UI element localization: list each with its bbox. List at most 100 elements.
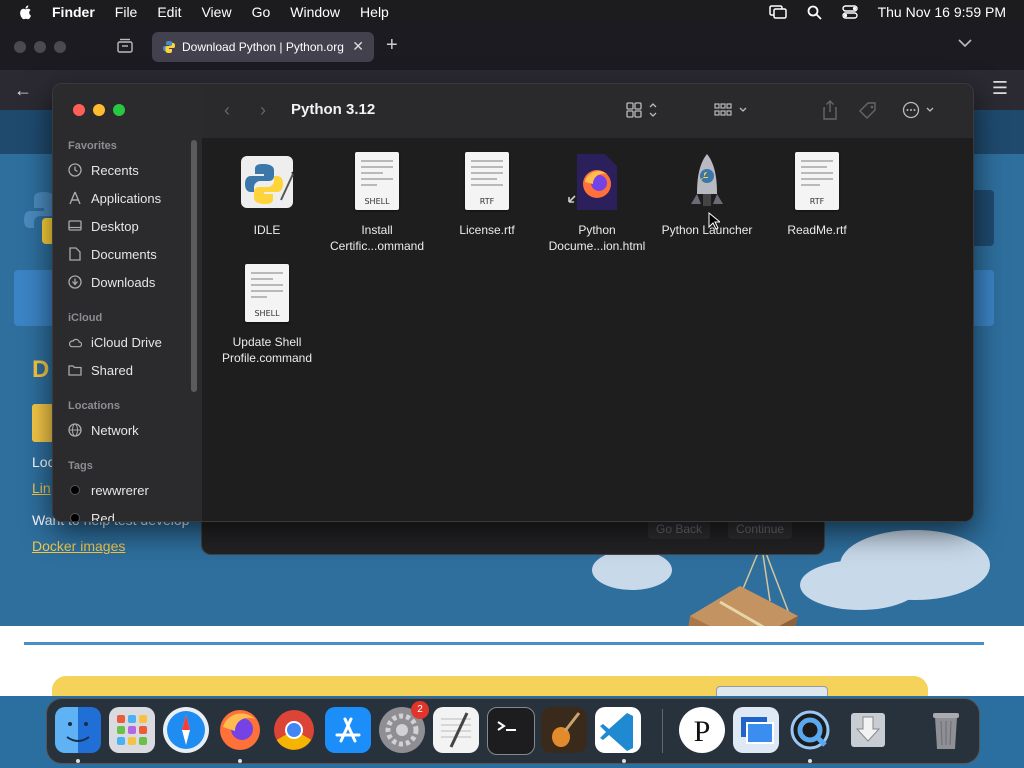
rtf-document-icon: RTF xyxy=(785,152,849,216)
file-python-documentation[interactable]: Python Docume...ion.html xyxy=(542,152,652,254)
page-promo-button[interactable] xyxy=(716,686,828,696)
python-favicon-icon xyxy=(163,41,175,53)
file-python-launcher[interactable]: Python Launcher xyxy=(652,152,762,238)
icon-view-icon[interactable] xyxy=(626,101,660,119)
dock-chrome[interactable] xyxy=(271,707,317,753)
browser-back-button[interactable]: ← xyxy=(14,80,32,101)
browser-minimize-dim[interactable] xyxy=(34,41,46,53)
file-label: Python Launcher xyxy=(661,223,753,237)
back-button[interactable]: ‹ xyxy=(224,100,230,121)
menu-edit[interactable]: Edit xyxy=(157,4,181,20)
browser-close-dim[interactable] xyxy=(14,41,26,53)
page-download-button[interactable] xyxy=(32,404,54,442)
sidebar-item-network[interactable]: Network xyxy=(68,419,139,441)
dock-finder[interactable] xyxy=(55,707,101,753)
screen-mirroring-icon[interactable] xyxy=(768,5,787,19)
dock-app-store[interactable] xyxy=(325,707,371,753)
group-by-icon[interactable] xyxy=(714,102,750,118)
file-kind-tag: RTF xyxy=(809,197,825,206)
menu-view[interactable]: View xyxy=(201,4,231,20)
clock-icon xyxy=(68,163,82,177)
page-divider xyxy=(24,642,984,645)
sidebar-scrollbar[interactable] xyxy=(191,140,197,392)
sidebar-item-recents[interactable]: Recents xyxy=(68,159,139,181)
p-letter-icon: P xyxy=(694,715,711,748)
sidebar-item-tag-red[interactable]: Red xyxy=(68,507,115,521)
sidebar-item-applications[interactable]: Applications xyxy=(68,187,161,209)
finder-content: IDLE SHELL Install Certific...ommand RTF… xyxy=(202,138,973,521)
window-controls xyxy=(73,104,125,116)
new-tab-button[interactable]: + xyxy=(386,34,398,57)
page-link-fragment[interactable]: Lin xyxy=(32,480,51,496)
dock-launchpad[interactable] xyxy=(109,707,155,753)
menu-help[interactable]: Help xyxy=(360,4,389,20)
control-center-icon[interactable] xyxy=(841,5,858,19)
firefox-html-icon xyxy=(565,152,629,216)
globe-icon xyxy=(68,423,82,437)
page-heading-fragment: D xyxy=(32,356,50,383)
launchpad-grid-icon xyxy=(117,715,147,745)
docker-images-link[interactable]: Docker images xyxy=(32,538,125,554)
sidebar-item-label: Desktop xyxy=(91,218,139,234)
zoom-window-button[interactable] xyxy=(113,104,125,116)
applications-icon xyxy=(68,191,82,205)
sidebar-item-label: Downloads xyxy=(91,274,156,290)
dock-firefox[interactable] xyxy=(217,707,263,753)
dock-vscode[interactable] xyxy=(595,707,641,753)
dock-textedit[interactable] xyxy=(433,707,479,753)
menu-go[interactable]: Go xyxy=(252,4,271,20)
sidebar-item-documents[interactable]: Documents xyxy=(68,243,157,265)
remote-desktop-icon xyxy=(741,717,774,744)
spotlight-icon[interactable] xyxy=(807,5,822,20)
file-readme-rtf[interactable]: RTF ReadMe.rtf xyxy=(762,152,872,238)
minimize-window-button[interactable] xyxy=(93,104,105,116)
menu-app-name[interactable]: Finder xyxy=(52,4,95,20)
continue-button[interactable]: Continue xyxy=(728,519,793,539)
go-back-button[interactable]: Go Back xyxy=(648,519,711,539)
menu-clock[interactable]: Thu Nov 16 9:59 PM xyxy=(878,4,1006,20)
sidebar-item-tag[interactable]: rewwrerer xyxy=(68,479,149,501)
sidebar-item-icloud-drive[interactable]: iCloud Drive xyxy=(68,331,162,353)
file-install-certificates[interactable]: SHELL Install Certific...ommand xyxy=(322,152,432,254)
file-label: ReadMe.rtf xyxy=(787,223,847,237)
dock-quicktime[interactable] xyxy=(787,707,833,753)
menu-file[interactable]: File xyxy=(115,4,138,20)
browser-menu-button[interactable]: ☰ xyxy=(992,78,1008,99)
share-icon[interactable] xyxy=(822,100,838,120)
tab-close-icon[interactable]: ✕ xyxy=(352,38,364,55)
tag-icon[interactable] xyxy=(858,101,878,121)
running-indicator xyxy=(76,759,80,763)
dock-trash[interactable] xyxy=(923,707,969,753)
browser-zoom-dim[interactable] xyxy=(54,41,66,53)
dock-pockity[interactable]: P xyxy=(679,707,725,753)
file-license-rtf[interactable]: RTF License.rtf xyxy=(432,152,542,238)
sidebar-item-shared[interactable]: Shared xyxy=(68,359,133,381)
tab-python-download[interactable]: Download Python | Python.org ✕ xyxy=(152,32,374,62)
dock-garageband[interactable] xyxy=(541,707,587,753)
dock-terminal[interactable] xyxy=(487,707,535,755)
sidebar-item-desktop[interactable]: Desktop xyxy=(68,215,139,237)
menu-window[interactable]: Window xyxy=(290,4,340,20)
chrome-icon xyxy=(274,710,314,750)
more-actions-icon[interactable] xyxy=(902,101,938,119)
cloud-illustration xyxy=(592,550,672,590)
browser-tabstrip: Download Python | Python.org ✕ + xyxy=(0,24,1024,70)
sidebar-item-label: Network xyxy=(91,422,139,438)
file-idle[interactable]: IDLE xyxy=(212,152,322,238)
sidebar-item-downloads[interactable]: Downloads xyxy=(68,271,155,293)
sidebar-heading-favorites: Favorites xyxy=(68,140,117,152)
dock-safari[interactable] xyxy=(163,707,209,753)
download-icon xyxy=(68,275,82,289)
tab-overview-icon[interactable] xyxy=(116,38,134,54)
list-tabs-chevron-icon[interactable] xyxy=(958,38,972,48)
safari-compass-icon xyxy=(167,711,205,749)
sidebar-item-label: Applications xyxy=(91,190,162,206)
dock-downloads[interactable] xyxy=(845,707,891,753)
terminal-prompt-icon xyxy=(497,721,516,731)
close-window-button[interactable] xyxy=(73,104,85,116)
forward-button[interactable]: › xyxy=(260,100,266,121)
dock-system-settings[interactable]: 2 xyxy=(379,701,429,753)
dock-remote-desktop[interactable] xyxy=(733,707,779,753)
file-update-shell-profile[interactable]: SHELL Update Shell Profile.command xyxy=(212,264,322,366)
apple-icon[interactable] xyxy=(18,4,34,20)
